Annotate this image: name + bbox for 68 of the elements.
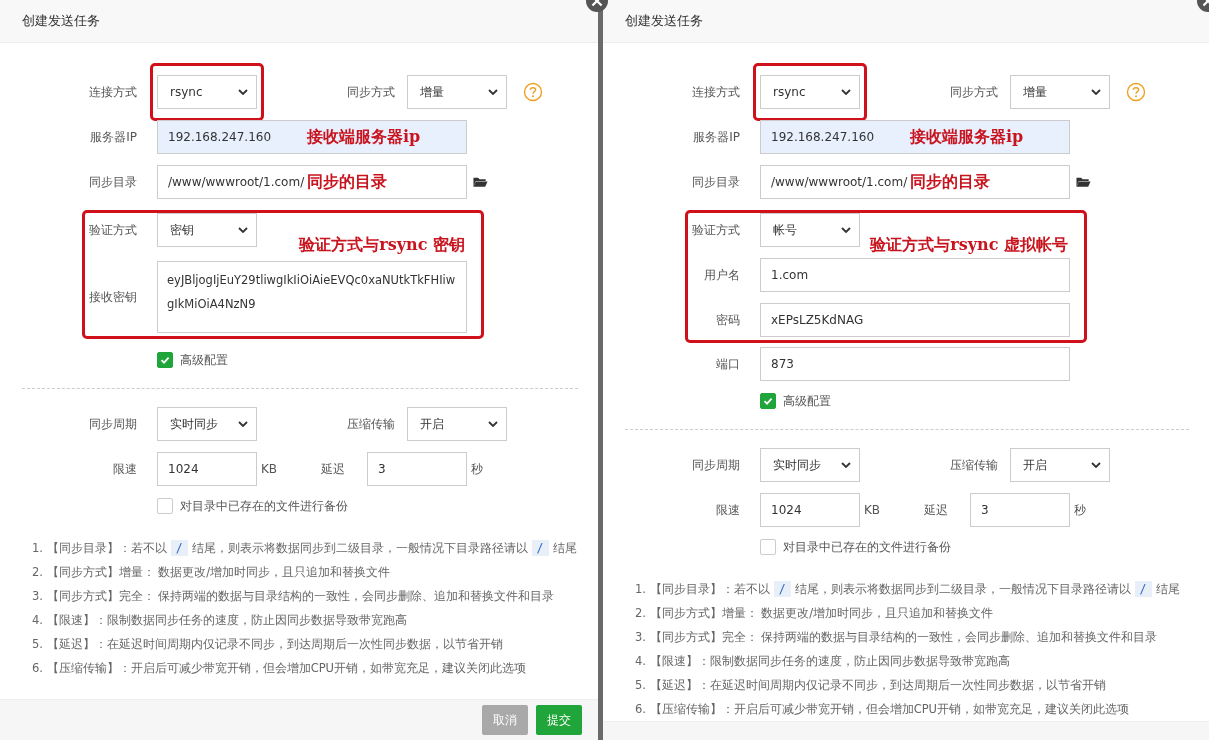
field-label: 压缩传输 (949, 456, 998, 474)
input-field[interactable]: 3 (970, 493, 1070, 527)
input-field[interactable]: 3 (367, 452, 467, 486)
select-field[interactable]: 密钥 (157, 213, 257, 247)
select-field[interactable]: 开启 (1010, 448, 1110, 482)
help-note: 3. 【同步方式】完全： 保持两端的数据与目录结构的一致性，会同步删除、追加和替换文件和目录 (635, 629, 1159, 646)
field-label: 接收密钥 (88, 288, 137, 306)
annotation-text: 接收端服务器ip (910, 127, 1024, 148)
field-label: 限速 (112, 460, 137, 478)
select-field[interactable]: 增量 (407, 75, 507, 109)
help-note: 2. 【同步方式】增量： 数据更改/增加时同步，且只追加和替换文件 (32, 564, 392, 581)
field-label: 连接方式 (691, 83, 740, 101)
field-label: 延迟 (320, 460, 345, 478)
input-field[interactable]: 873 (760, 347, 1070, 381)
help-note: 5. 【延迟】：在延迟时间周期内仅记录不同步，到达周期后一次性同步数据，以节省开销 (635, 677, 1107, 694)
select-field[interactable]: 实时同步 (157, 407, 257, 441)
field-label: 同步目录 (88, 173, 137, 191)
field-label: 验证方式 (88, 221, 137, 239)
field-label: 密码 (715, 311, 740, 329)
help-note: 3. 【同步方式】完全： 保持两端的数据与目录结构的一致性，会同步删除、追加和替换文件和目录 (32, 588, 556, 605)
field-label: 限速 (715, 501, 740, 519)
unit-label: 秒 (1073, 501, 1087, 519)
annotation-text: 验证方式与rsync 虚拟帐号 (870, 235, 1068, 256)
input-field[interactable]: 1024 (157, 452, 257, 486)
field-label: 压缩传输 (346, 415, 395, 433)
field-label: 服务器IP (692, 128, 740, 146)
checkbox-label: 高级配置 (180, 351, 228, 369)
help-note: 4. 【限速】：限制数据同步任务的速度，防止因同步数据导致带宽跑高 (635, 653, 1011, 670)
field-label: 同步周期 (691, 456, 740, 474)
dialog-title: 创建发送任务 (625, 12, 703, 30)
checkbox-label: 对目录中已存在的文件进行备份 (180, 497, 348, 515)
field-label: 用户名 (703, 266, 740, 284)
key-textarea[interactable]: eyJBljogIjEuY29tliwgIkIiOiAieEVQc0xaNUtkTkFHIiwgIkMiOiA4NzN9 (157, 261, 467, 333)
field-label: 同步目录 (691, 173, 740, 191)
select-field[interactable]: 开启 (407, 407, 507, 441)
field-label: 同步方式 (346, 83, 395, 101)
field-label: 连接方式 (88, 83, 137, 101)
unit-label: KB (260, 462, 279, 476)
select-field[interactable]: 帐号 (760, 213, 860, 247)
annotation-text: 接收端服务器ip (307, 127, 421, 148)
help-note: 1. 【同步目录】：若不以 / 结尾，则表示将数据同步到二级目录，一般情况下目录路径请以 / 结尾 (635, 580, 1181, 599)
annotation-text: 同步的目录 (307, 172, 387, 193)
field-label: 端口 (715, 355, 740, 373)
unit-label: 秒 (470, 460, 484, 478)
select-field[interactable]: 增量 (1010, 75, 1110, 109)
help-note: 2. 【同步方式】增量： 数据更改/增加时同步，且只追加和替换文件 (635, 605, 995, 622)
annotation-text: 同步的目录 (910, 172, 990, 193)
field-label: 验证方式 (691, 221, 740, 239)
field-label: 同步周期 (88, 415, 137, 433)
checkbox-label: 对目录中已存在的文件进行备份 (783, 538, 951, 556)
input-field[interactable]: xEPsLZ5KdNAG (760, 303, 1070, 337)
annotation-text: 验证方式与rsync 密钥 (299, 235, 465, 256)
help-note: 6. 【压缩传输】：开启后可减少带宽开销，但会增加CPU开销，如带宽充足，建议关闭此选项 (635, 701, 1130, 718)
dialog-title: 创建发送任务 (22, 12, 100, 30)
help-note: 4. 【限速】：限制数据同步任务的速度，防止因同步数据导致带宽跑高 (32, 612, 408, 629)
input-field[interactable]: 1.com (760, 258, 1070, 292)
select-field[interactable]: 实时同步 (760, 448, 860, 482)
field-label: 同步方式 (949, 83, 998, 101)
input-field[interactable]: 1024 (760, 493, 860, 527)
select-field[interactable]: rsync (760, 75, 860, 109)
help-note: 5. 【延迟】：在延迟时间周期内仅记录不同步，到达周期后一次性同步数据，以节省开销 (32, 636, 504, 653)
field-label: 延迟 (923, 501, 948, 519)
help-note: 1. 【同步目录】：若不以 / 结尾，则表示将数据同步到二级目录，一般情况下目录路径请以 / 结尾 (32, 539, 578, 558)
help-note: 6. 【压缩传输】：开启后可减少带宽开销，但会增加CPU开销，如带宽充足，建议关闭此选项 (32, 660, 527, 677)
select-field[interactable]: rsync (157, 75, 257, 109)
checkbox-label: 高级配置 (783, 392, 831, 410)
unit-label: KB (863, 503, 882, 517)
field-label: 服务器IP (89, 128, 137, 146)
